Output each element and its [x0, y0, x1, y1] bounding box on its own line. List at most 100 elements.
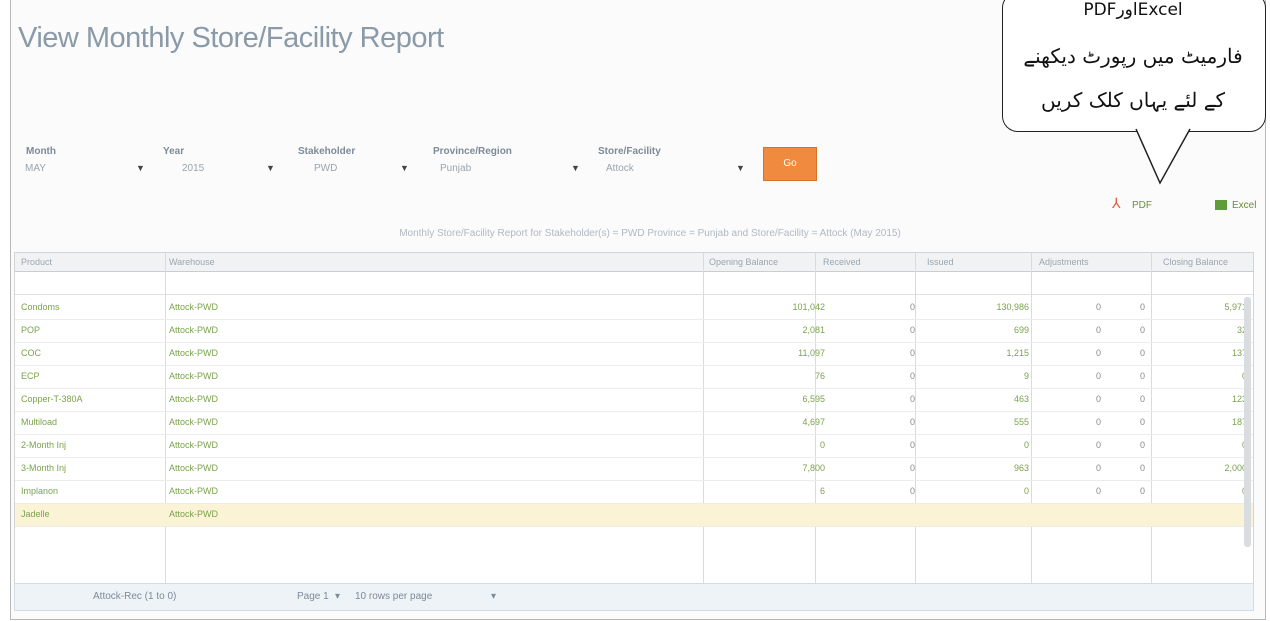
filter-stakeholder-select[interactable]: PWD ▼ — [290, 158, 412, 180]
report-grid: Product Warehouse Opening Balance Receiv… — [14, 252, 1254, 584]
grid-pager: Attock-Rec (1 to 0) Page 1 ▾ 10 rows per… — [14, 583, 1254, 611]
cell-warehouse[interactable]: Attock-PWD — [169, 509, 218, 519]
cell-opening: 4,697 — [802, 417, 825, 427]
cell-opening: 6 — [819, 486, 825, 496]
callout-line-view-report: فارمیٹ میں رپورٹ دیکھنے — [1023, 44, 1243, 68]
cell-issued: 963 — [1013, 463, 1029, 473]
grid-header: Product Warehouse Opening Balance Receiv… — [15, 253, 1253, 272]
chevron-down-icon: ▼ — [736, 163, 745, 173]
callout-line-formats: PDFاورExcel — [1083, 0, 1183, 20]
filter-month-select[interactable]: MAY ▼ — [20, 158, 150, 180]
filter-store-label: Store/Facility — [598, 146, 661, 157]
table-row[interactable]: COC Attock-PWD 11,097 0 1,215 0 0 137 — [15, 343, 1253, 366]
cell-received: 0 — [909, 440, 915, 450]
cell-warehouse[interactable]: Attock-PWD — [169, 394, 218, 404]
excel-export-link[interactable]: Excel — [1232, 200, 1256, 211]
pager-page-select[interactable]: Page 1 — [297, 591, 329, 602]
cell-opening: 6,595 — [802, 394, 825, 404]
table-row[interactable]: ECP Attock-PWD 76 0 9 0 0 0 — [15, 366, 1253, 389]
filter-province-label: Province/Region — [433, 146, 512, 157]
chevron-down-icon: ▼ — [400, 163, 409, 173]
cell-issued: 1,215 — [1006, 348, 1029, 358]
cell-adj-minus: 0 — [1139, 417, 1145, 427]
cell-warehouse[interactable]: Attock-PWD — [169, 325, 218, 335]
cell-product[interactable]: 3-Month Inj — [21, 463, 66, 473]
filter-year-select[interactable]: 2015 ▼ — [160, 158, 280, 180]
callout-line-click-here: کے لئے یہاں کلک کریں — [1041, 88, 1225, 112]
grid-subheader — [15, 272, 1253, 295]
chevron-down-icon[interactable]: ▾ — [491, 591, 496, 602]
filter-stakeholder-value: PWD — [314, 163, 338, 174]
cell-received: 0 — [909, 302, 915, 312]
filter-store-select[interactable]: Attock ▼ — [596, 158, 748, 180]
cell-adj-minus: 0 — [1139, 348, 1145, 358]
col-closing[interactable]: Closing Balance — [1163, 257, 1228, 267]
excel-icon[interactable] — [1215, 200, 1227, 210]
col-adjustments[interactable]: Adjustments — [1039, 257, 1089, 267]
cell-product[interactable]: Multiload — [21, 417, 57, 427]
cell-issued: 463 — [1013, 394, 1029, 404]
filter-store-value: Attock — [606, 163, 634, 174]
table-row[interactable]: Jadelle Attock-PWD — [15, 504, 1253, 527]
cell-warehouse[interactable]: Attock-PWD — [169, 417, 218, 427]
pdf-export-link[interactable]: PDF — [1132, 200, 1152, 211]
chevron-down-icon: ▼ — [571, 163, 580, 173]
cell-warehouse[interactable]: Attock-PWD — [169, 371, 218, 381]
vertical-scrollbar[interactable] — [1244, 297, 1251, 547]
cell-issued: 0 — [1023, 486, 1029, 496]
cell-opening: 101,042 — [792, 302, 825, 312]
col-received[interactable]: Received — [823, 257, 861, 267]
table-row[interactable]: Condoms Attock-PWD 101,042 0 130,986 0 0… — [15, 297, 1253, 320]
cell-product[interactable]: Copper-T-380A — [21, 394, 83, 404]
filter-month-value: MAY — [25, 163, 46, 174]
cell-adj-plus: 0 — [1095, 417, 1101, 427]
cell-received: 0 — [909, 486, 915, 496]
cell-opening: 11,097 — [798, 348, 825, 358]
table-row[interactable]: 2-Month Inj Attock-PWD 0 0 0 0 0 0 — [15, 435, 1253, 458]
pdf-icon[interactable]: ⅄ — [1112, 196, 1121, 212]
cell-received: 0 — [909, 371, 915, 381]
cell-adj-minus: 0 — [1139, 371, 1145, 381]
col-product[interactable]: Product — [21, 257, 52, 267]
cell-warehouse[interactable]: Attock-PWD — [169, 348, 218, 358]
cell-product[interactable]: POP — [21, 325, 40, 335]
cell-product[interactable]: COC — [21, 348, 41, 358]
cell-product[interactable]: Jadelle — [21, 509, 50, 519]
table-row[interactable]: POP Attock-PWD 2,081 0 699 0 0 32 — [15, 320, 1253, 343]
chevron-down-icon: ▼ — [136, 163, 145, 173]
cell-warehouse[interactable]: Attock-PWD — [169, 440, 218, 450]
cell-adj-minus: 0 — [1139, 463, 1145, 473]
report-title: Monthly Store/Facility Report for Stakeh… — [399, 228, 901, 239]
cell-product[interactable]: Implanon — [21, 486, 58, 496]
cell-warehouse[interactable]: Attock-PWD — [169, 486, 218, 496]
cell-issued: 555 — [1013, 417, 1029, 427]
cell-issued: 9 — [1023, 371, 1029, 381]
filter-province-select[interactable]: Punjab ▼ — [428, 158, 583, 180]
cell-product[interactable]: ECP — [21, 371, 40, 381]
cell-opening: 0 — [819, 440, 825, 450]
table-row[interactable]: 3-Month Inj Attock-PWD 7,800 0 963 0 0 2… — [15, 458, 1253, 481]
cell-received: 0 — [909, 463, 915, 473]
cell-warehouse[interactable]: Attock-PWD — [169, 463, 218, 473]
cell-received: 0 — [909, 325, 915, 335]
cell-adj-plus: 0 — [1095, 486, 1101, 496]
table-row[interactable]: Multiload Attock-PWD 4,697 0 555 0 0 187 — [15, 412, 1253, 435]
cell-product[interactable]: 2-Month Inj — [21, 440, 66, 450]
col-warehouse[interactable]: Warehouse — [169, 257, 215, 267]
table-row[interactable]: Copper-T-380A Attock-PWD 6,595 0 463 0 0… — [15, 389, 1253, 412]
cell-adj-plus: 0 — [1095, 440, 1101, 450]
cell-product[interactable]: Condoms — [21, 302, 60, 312]
go-button[interactable]: Go — [763, 147, 817, 181]
cell-adj-plus: 0 — [1095, 371, 1101, 381]
pager-per-page-select[interactable]: 10 rows per page — [355, 591, 432, 602]
cell-adj-plus: 0 — [1095, 394, 1101, 404]
cell-adj-plus: 0 — [1095, 463, 1101, 473]
cell-warehouse[interactable]: Attock-PWD — [169, 302, 218, 312]
cell-received: 0 — [909, 417, 915, 427]
table-row[interactable]: Implanon Attock-PWD 6 0 0 0 0 0 — [15, 481, 1253, 504]
col-issued[interactable]: Issued — [927, 257, 954, 267]
col-opening[interactable]: Opening Balance — [709, 257, 778, 267]
cell-opening: 76 — [814, 371, 825, 381]
chevron-down-icon[interactable]: ▾ — [335, 591, 340, 602]
pager-rows-label: Attock-Rec (1 to 0) — [93, 591, 177, 602]
